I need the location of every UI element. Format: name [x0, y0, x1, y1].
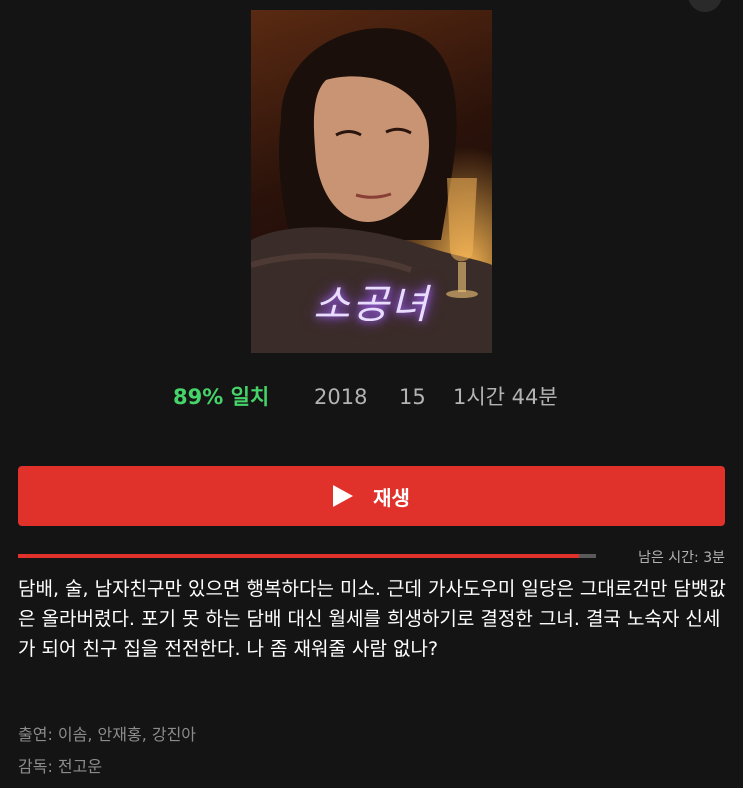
play-button[interactable]: 재생 [18, 466, 725, 526]
synopsis-text: 담배, 술, 남자친구만 있으면 행복하다는 미소. 근데 가사도우미 일당은 … [18, 578, 726, 660]
runtime: 1시간 44분 [453, 385, 558, 409]
play-button-label: 재생 [373, 485, 410, 510]
age-rating: 15 [399, 385, 426, 409]
release-year: 2018 [314, 385, 368, 409]
watch-progress-bar [18, 554, 596, 558]
metadata-row: 89% 일치 2018 15 1시간 44분 [0, 382, 743, 412]
play-icon [333, 485, 354, 507]
director-credit[interactable]: 감독: 전고운 [18, 753, 102, 777]
match-score: 89% 일치 [173, 385, 270, 409]
movie-poster[interactable]: 소공녀 [251, 10, 492, 353]
time-remaining: 남은 시간: 3분 [638, 550, 725, 566]
poster-title-art: 소공녀 [313, 282, 430, 328]
close-button[interactable] [688, 0, 722, 12]
cast-list[interactable]: 출연: 이솜, 안재홍, 강진아 [18, 721, 196, 745]
watch-progress-fill [18, 554, 579, 558]
